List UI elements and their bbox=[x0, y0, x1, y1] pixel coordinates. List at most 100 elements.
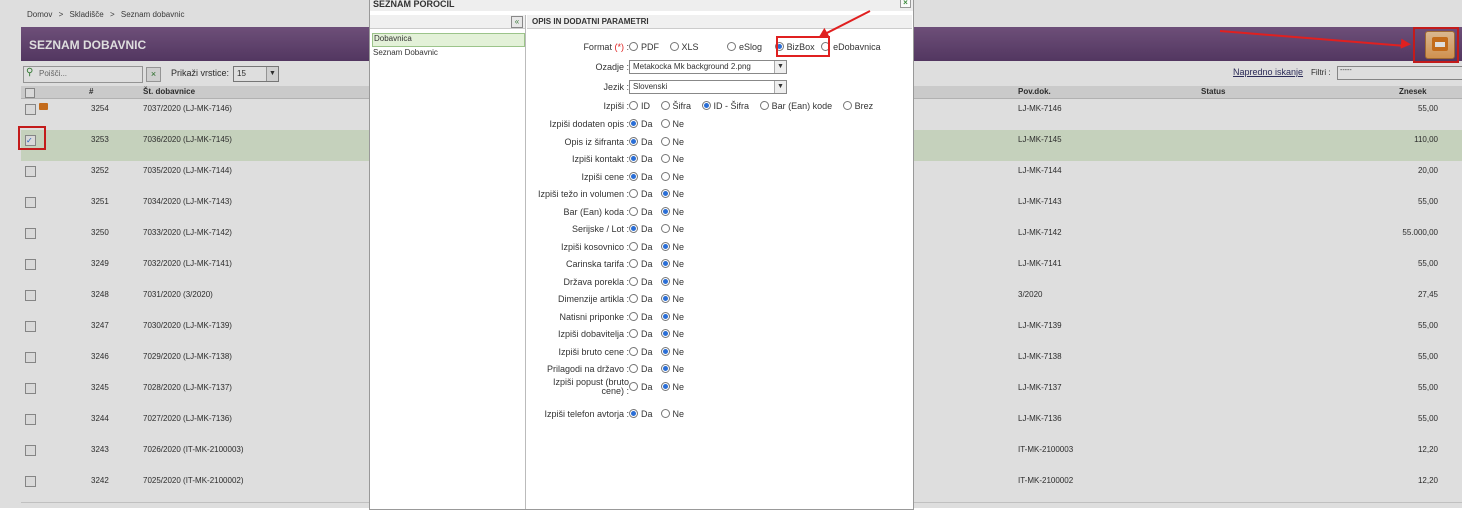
cell-amount: 12,20 bbox=[1417, 476, 1438, 485]
radio-yes[interactable]: Da bbox=[629, 364, 653, 374]
printer-icon[interactable] bbox=[39, 103, 48, 110]
radio-no[interactable]: Ne bbox=[660, 119, 684, 129]
col-doc[interactable]: Št. dobavnice bbox=[143, 87, 195, 96]
report-item[interactable]: Seznam Dobavnic bbox=[372, 48, 523, 60]
breadcrumb-home[interactable]: Domov bbox=[27, 10, 52, 19]
row-checkbox[interactable] bbox=[25, 228, 36, 239]
print-code-option[interactable]: Šifra bbox=[660, 101, 691, 111]
filter-select[interactable]: ----- bbox=[1337, 66, 1462, 80]
print-code-option[interactable]: Bar (Ean) kode bbox=[759, 101, 832, 111]
language-row: Jezik : Slovenski ▼ bbox=[527, 80, 912, 96]
breadcrumb-separator: > bbox=[109, 10, 115, 19]
radio-no[interactable]: Ne bbox=[660, 224, 684, 234]
row-checkbox[interactable] bbox=[25, 197, 36, 208]
row-checkbox[interactable] bbox=[25, 166, 36, 177]
radio-no[interactable]: Ne bbox=[660, 364, 684, 374]
row-checkbox[interactable] bbox=[25, 383, 36, 394]
radio-yes[interactable]: Da bbox=[629, 382, 653, 392]
advanced-search-link[interactable]: Napredno iskanje bbox=[1233, 67, 1303, 77]
radio-no[interactable]: Ne bbox=[660, 137, 685, 147]
collapse-icon[interactable]: « bbox=[511, 16, 523, 28]
format-option[interactable]: eDobavnica bbox=[821, 42, 881, 52]
background-select[interactable]: Metakocka Mk background 2.png ▼ bbox=[629, 60, 787, 74]
radio-no[interactable]: Ne bbox=[660, 312, 684, 322]
radio-no[interactable]: Ne bbox=[660, 329, 684, 339]
radio-label: Ne bbox=[672, 137, 685, 147]
close-icon[interactable]: × bbox=[900, 0, 911, 8]
col-pov[interactable]: Pov.dok. bbox=[1018, 87, 1051, 96]
search-input[interactable] bbox=[39, 67, 139, 80]
radio-yes[interactable]: Da bbox=[629, 259, 653, 269]
breadcrumb-warehouse[interactable]: Skladišče bbox=[69, 10, 103, 19]
param-row: Bar (Ean) koda : Da Ne bbox=[527, 207, 912, 221]
param-label: Izpiši dobavitelja : bbox=[557, 329, 629, 339]
select-all-checkbox[interactable] bbox=[25, 88, 35, 98]
format-option[interactable]: PDF bbox=[629, 42, 659, 52]
format-option[interactable]: eSlog bbox=[727, 42, 762, 52]
radio-yes[interactable]: Da bbox=[629, 277, 653, 287]
radio-yes[interactable]: Da bbox=[629, 172, 653, 182]
radio-dot bbox=[660, 409, 670, 418]
param-label: Izpiši popust (bruto cene) : bbox=[553, 378, 629, 396]
row-checkbox[interactable] bbox=[25, 414, 36, 425]
radio-no[interactable]: Ne bbox=[660, 172, 684, 182]
param-row: Prilagodi na državo : Da Ne bbox=[527, 364, 912, 378]
dialog-header: SEZNAM POROČIL × bbox=[370, 0, 913, 11]
row-checkbox[interactable] bbox=[25, 104, 36, 115]
radio-yes[interactable]: Da bbox=[629, 242, 653, 252]
param-label: Izpiši cene : bbox=[581, 172, 629, 182]
report-item[interactable]: Dobavnica bbox=[372, 33, 525, 47]
cell-pov: LJ-MK-7146 bbox=[1018, 104, 1062, 113]
radio-no[interactable]: Ne bbox=[660, 242, 684, 252]
rows-select[interactable]: 15 ▼ bbox=[233, 66, 279, 82]
radio-yes[interactable]: Da bbox=[629, 137, 653, 147]
col-status[interactable]: Status bbox=[1201, 87, 1225, 96]
radio-no[interactable]: Ne bbox=[660, 189, 684, 199]
radio-no[interactable]: Ne bbox=[660, 409, 684, 419]
cell-id: 3254 bbox=[91, 104, 109, 113]
radio-yes[interactable]: Da bbox=[629, 347, 653, 357]
radio-label: Da bbox=[641, 329, 653, 339]
radio-no[interactable]: Ne bbox=[660, 259, 684, 269]
radio-yes[interactable]: Da bbox=[629, 329, 653, 339]
row-checkbox[interactable] bbox=[25, 476, 36, 487]
radio-dot bbox=[660, 382, 670, 391]
radio-no[interactable]: Ne bbox=[660, 382, 684, 392]
print-code-option[interactable]: Brez bbox=[842, 101, 873, 111]
col-id[interactable]: # bbox=[89, 87, 93, 96]
radio-yes[interactable]: Da bbox=[629, 119, 653, 129]
radio-dot bbox=[660, 207, 670, 216]
radio-yes[interactable]: Da bbox=[629, 294, 653, 304]
format-option[interactable]: XLS bbox=[669, 42, 699, 52]
radio-no[interactable]: Ne bbox=[660, 277, 684, 287]
param-label: Izpiši bruto cene : bbox=[558, 347, 629, 357]
cell-id: 3248 bbox=[91, 290, 109, 299]
radio-yes[interactable]: Da bbox=[629, 409, 653, 419]
radio-yes[interactable]: Da bbox=[629, 154, 653, 164]
row-checkbox[interactable] bbox=[25, 259, 36, 270]
print-code-option[interactable]: ID - Šifra bbox=[701, 101, 749, 111]
col-amount[interactable]: Znesek bbox=[1399, 87, 1427, 96]
radio-yes[interactable]: Da bbox=[629, 312, 653, 322]
radio-no[interactable]: Ne bbox=[660, 347, 684, 357]
cell-id: 3243 bbox=[91, 445, 109, 454]
radio-no[interactable]: Ne bbox=[660, 154, 684, 164]
radio-yes[interactable]: Da bbox=[629, 189, 653, 199]
radio-label: Ne bbox=[672, 294, 685, 304]
clear-search-button[interactable]: × bbox=[146, 67, 161, 82]
row-checkbox[interactable] bbox=[25, 321, 36, 332]
radio-no[interactable]: Ne bbox=[660, 207, 684, 217]
row-checkbox[interactable] bbox=[25, 290, 36, 301]
radio-yes[interactable]: Da bbox=[629, 224, 653, 234]
cell-doc: 7027/2020 (LJ-MK-7136) bbox=[143, 414, 232, 423]
print-code-option[interactable]: ID bbox=[629, 101, 650, 111]
radio-label: Da bbox=[641, 119, 653, 129]
radio-label: Da bbox=[641, 154, 653, 164]
row-checkbox[interactable] bbox=[25, 445, 36, 456]
radio-yes[interactable]: Da bbox=[629, 207, 653, 217]
radio-no[interactable]: Ne bbox=[660, 294, 685, 304]
row-checkbox[interactable] bbox=[25, 352, 36, 363]
cell-doc: 7036/2020 (LJ-MK-7145) bbox=[143, 135, 232, 144]
cell-doc: 7028/2020 (LJ-MK-7137) bbox=[143, 383, 232, 392]
language-select[interactable]: Slovenski ▼ bbox=[629, 80, 787, 94]
